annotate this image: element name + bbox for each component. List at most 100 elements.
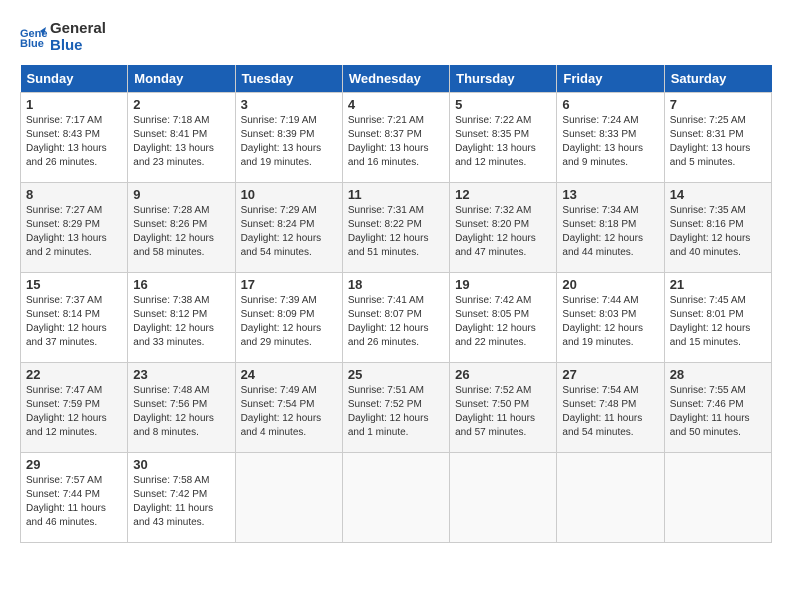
header-sunday: Sunday (21, 65, 128, 93)
logo-general: General (50, 20, 106, 37)
day-number: 28 (670, 367, 766, 382)
calendar-week-1: 1 Sunrise: 7:17 AM Sunset: 8:43 PM Daylig… (21, 92, 772, 182)
calendar-cell: 28 Sunrise: 7:55 AM Sunset: 7:46 PM Dayli… (664, 362, 771, 452)
calendar-cell: 24 Sunrise: 7:49 AM Sunset: 7:54 PM Dayli… (235, 362, 342, 452)
calendar-week-2: 8Sunrise: 7:27 AM Sunset: 8:29 PM Daylig… (21, 182, 772, 272)
day-number: 16 (133, 277, 229, 292)
calendar-cell: 21 Sunrise: 7:45 AM Sunset: 8:01 PM Dayli… (664, 272, 771, 362)
calendar-week-5: 29Sunrise: 7:57 AM Sunset: 7:44 PM Dayli… (21, 452, 772, 542)
header-tuesday: Tuesday (235, 65, 342, 93)
header-thursday: Thursday (450, 65, 557, 93)
calendar-cell (664, 452, 771, 542)
calendar-cell: 23Sunrise: 7:48 AM Sunset: 7:56 PM Dayli… (128, 362, 235, 452)
calendar-cell: 20 Sunrise: 7:44 AM Sunset: 8:03 PM Dayli… (557, 272, 664, 362)
day-info: Sunrise: 7:32 AM Sunset: 8:20 PM Dayligh… (455, 204, 551, 260)
calendar-cell: 11 Sunrise: 7:31 AM Sunset: 8:22 PM Dayli… (342, 182, 449, 272)
calendar-cell: 8Sunrise: 7:27 AM Sunset: 8:29 PM Daylig… (21, 182, 128, 272)
calendar-cell (342, 452, 449, 542)
day-info: Sunrise: 7:41 AM Sunset: 8:07 PM Dayligh… (348, 294, 444, 350)
calendar-cell: 3Sunrise: 7:19 AM Sunset: 8:39 PM Daylig… (235, 92, 342, 182)
day-info: Sunrise: 7:37 AM Sunset: 8:14 PM Dayligh… (26, 294, 122, 350)
day-info: Sunrise: 7:58 AM Sunset: 7:42 PM Dayligh… (133, 474, 229, 530)
calendar-cell: 25 Sunrise: 7:51 AM Sunset: 7:52 PM Dayli… (342, 362, 449, 452)
day-info: Sunrise: 7:18 AM Sunset: 8:41 PM Dayligh… (133, 114, 229, 170)
calendar-cell: 9Sunrise: 7:28 AM Sunset: 8:26 PM Daylig… (128, 182, 235, 272)
day-info: Sunrise: 7:45 AM Sunset: 8:01 PM Dayligh… (670, 294, 766, 350)
day-info: Sunrise: 7:42 AM Sunset: 8:05 PM Dayligh… (455, 294, 551, 350)
day-number: 6 (562, 97, 658, 112)
day-info: Sunrise: 7:44 AM Sunset: 8:03 PM Dayligh… (562, 294, 658, 350)
day-number: 5 (455, 97, 551, 112)
svg-text:Blue: Blue (20, 38, 44, 50)
day-number: 22 (26, 367, 122, 382)
day-info: Sunrise: 7:35 AM Sunset: 8:16 PM Dayligh… (670, 204, 766, 260)
day-number: 26 (455, 367, 551, 382)
day-info: Sunrise: 7:49 AM Sunset: 7:54 PM Dayligh… (241, 384, 337, 440)
calendar-cell (235, 452, 342, 542)
calendar-cell (557, 452, 664, 542)
header-saturday: Saturday (664, 65, 771, 93)
day-number: 12 (455, 187, 551, 202)
day-info: Sunrise: 7:51 AM Sunset: 7:52 PM Dayligh… (348, 384, 444, 440)
calendar-cell: 26Sunrise: 7:52 AM Sunset: 7:50 PM Dayli… (450, 362, 557, 452)
day-number: 1 (26, 97, 122, 112)
day-number: 27 (562, 367, 658, 382)
calendar-cell: 30 Sunrise: 7:58 AM Sunset: 7:42 PM Dayli… (128, 452, 235, 542)
day-info: Sunrise: 7:54 AM Sunset: 7:48 PM Dayligh… (562, 384, 658, 440)
day-number: 10 (241, 187, 337, 202)
day-info: Sunrise: 7:55 AM Sunset: 7:46 PM Dayligh… (670, 384, 766, 440)
calendar-cell (450, 452, 557, 542)
day-number: 7 (670, 97, 766, 112)
calendar-cell: 13 Sunrise: 7:34 AM Sunset: 8:18 PM Dayli… (557, 182, 664, 272)
day-info: Sunrise: 7:22 AM Sunset: 8:35 PM Dayligh… (455, 114, 551, 170)
day-info: Sunrise: 7:28 AM Sunset: 8:26 PM Dayligh… (133, 204, 229, 260)
day-number: 14 (670, 187, 766, 202)
day-info: Sunrise: 7:21 AM Sunset: 8:37 PM Dayligh… (348, 114, 444, 170)
day-info: Sunrise: 7:34 AM Sunset: 8:18 PM Dayligh… (562, 204, 658, 260)
logo-blue: Blue (50, 37, 106, 54)
calendar-cell: 5 Sunrise: 7:22 AM Sunset: 8:35 PM Daylig… (450, 92, 557, 182)
day-info: Sunrise: 7:24 AM Sunset: 8:33 PM Dayligh… (562, 114, 658, 170)
calendar-table: SundayMondayTuesdayWednesdayThursdayFrid… (20, 65, 772, 543)
calendar-cell: 17 Sunrise: 7:39 AM Sunset: 8:09 PM Dayli… (235, 272, 342, 362)
calendar-cell: 15 Sunrise: 7:37 AM Sunset: 8:14 PM Dayli… (21, 272, 128, 362)
day-number: 20 (562, 277, 658, 292)
day-number: 21 (670, 277, 766, 292)
day-number: 13 (562, 187, 658, 202)
calendar-header-row: SundayMondayTuesdayWednesdayThursdayFrid… (21, 65, 772, 93)
day-number: 24 (241, 367, 337, 382)
day-number: 11 (348, 187, 444, 202)
logo-icon: General Blue (20, 23, 48, 51)
day-info: Sunrise: 7:19 AM Sunset: 8:39 PM Dayligh… (241, 114, 337, 170)
day-number: 15 (26, 277, 122, 292)
calendar-cell: 12 Sunrise: 7:32 AM Sunset: 8:20 PM Dayli… (450, 182, 557, 272)
calendar-cell: 29Sunrise: 7:57 AM Sunset: 7:44 PM Dayli… (21, 452, 128, 542)
page-header: General Blue General Blue (20, 20, 772, 55)
day-info: Sunrise: 7:48 AM Sunset: 7:56 PM Dayligh… (133, 384, 229, 440)
calendar-cell: 6 Sunrise: 7:24 AM Sunset: 8:33 PM Daylig… (557, 92, 664, 182)
day-info: Sunrise: 7:57 AM Sunset: 7:44 PM Dayligh… (26, 474, 122, 530)
calendar-cell: 19 Sunrise: 7:42 AM Sunset: 8:05 PM Dayli… (450, 272, 557, 362)
calendar-cell: 7 Sunrise: 7:25 AM Sunset: 8:31 PM Daylig… (664, 92, 771, 182)
day-number: 30 (133, 457, 229, 472)
calendar-week-3: 15 Sunrise: 7:37 AM Sunset: 8:14 PM Dayli… (21, 272, 772, 362)
day-info: Sunrise: 7:39 AM Sunset: 8:09 PM Dayligh… (241, 294, 337, 350)
calendar-cell: 14 Sunrise: 7:35 AM Sunset: 8:16 PM Dayli… (664, 182, 771, 272)
calendar-cell: 2Sunrise: 7:18 AM Sunset: 8:41 PM Daylig… (128, 92, 235, 182)
day-number: 19 (455, 277, 551, 292)
calendar-cell: 1 Sunrise: 7:17 AM Sunset: 8:43 PM Daylig… (21, 92, 128, 182)
day-info: Sunrise: 7:27 AM Sunset: 8:29 PM Dayligh… (26, 204, 122, 260)
header-wednesday: Wednesday (342, 65, 449, 93)
header-friday: Friday (557, 65, 664, 93)
day-number: 18 (348, 277, 444, 292)
day-info: Sunrise: 7:17 AM Sunset: 8:43 PM Dayligh… (26, 114, 122, 170)
day-number: 4 (348, 97, 444, 112)
day-info: Sunrise: 7:29 AM Sunset: 8:24 PM Dayligh… (241, 204, 337, 260)
day-info: Sunrise: 7:25 AM Sunset: 8:31 PM Dayligh… (670, 114, 766, 170)
day-info: Sunrise: 7:31 AM Sunset: 8:22 PM Dayligh… (348, 204, 444, 260)
day-number: 17 (241, 277, 337, 292)
day-number: 25 (348, 367, 444, 382)
calendar-cell: 27 Sunrise: 7:54 AM Sunset: 7:48 PM Dayli… (557, 362, 664, 452)
day-info: Sunrise: 7:47 AM Sunset: 7:59 PM Dayligh… (26, 384, 122, 440)
logo: General Blue General Blue (20, 20, 106, 55)
